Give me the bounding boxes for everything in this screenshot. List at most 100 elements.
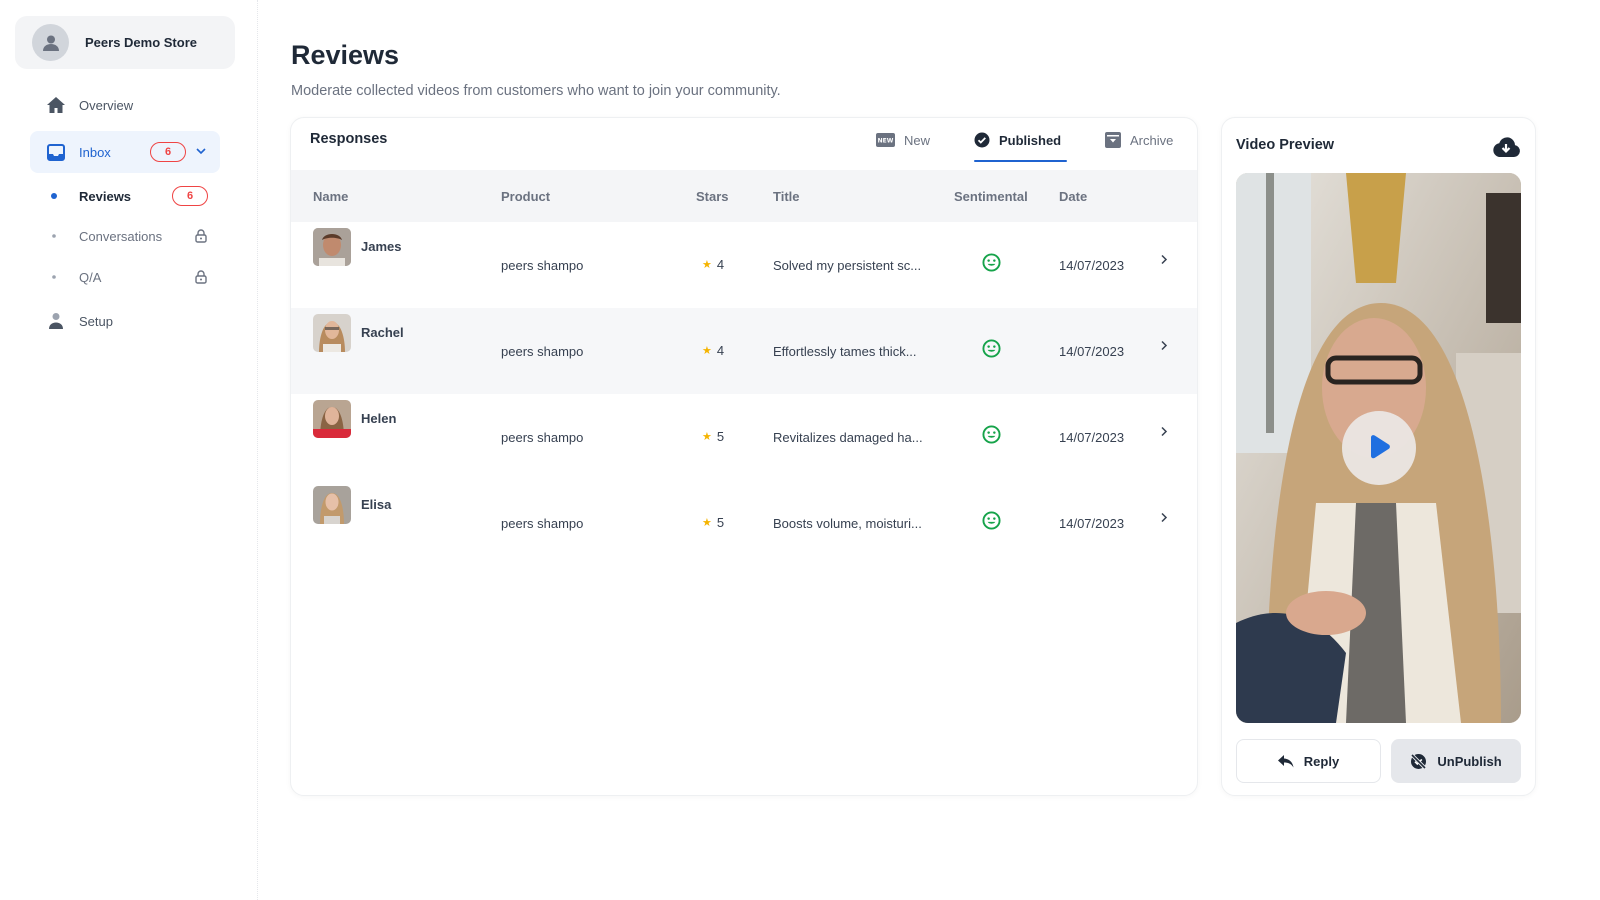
star-value: 5 <box>716 515 725 530</box>
star-value: 5 <box>716 429 725 444</box>
store-name: Peers Demo Store <box>85 35 197 50</box>
nav-conversations-label: Conversations <box>79 228 163 244</box>
reviewer-name: James <box>361 239 402 254</box>
reply-label: Reply <box>1303 753 1340 769</box>
video-preview-card: Video Preview Reply UnPublish <box>1221 117 1536 796</box>
lock-icon <box>195 229 207 243</box>
nav-qa[interactable]: Q/A <box>30 262 220 292</box>
play-icon <box>1371 435 1390 459</box>
nav-overview[interactable]: Overview <box>30 84 220 126</box>
review-date: 14/07/2023 <box>1059 258 1125 273</box>
table-row[interactable]: James peers shampo ★ 4 Solved my persiste… <box>291 222 1197 308</box>
check-circle-icon <box>974 132 990 148</box>
sidebar: Peers Demo Store Overview Inbox 6 Review… <box>0 0 258 900</box>
user-icon <box>42 35 59 51</box>
reviewer-thumbnail <box>313 400 351 438</box>
col-title[interactable]: Title <box>773 170 800 222</box>
nav-inbox-label: Inbox <box>79 144 111 160</box>
star-rating: ★ 5 <box>702 429 724 444</box>
inbox-icon <box>44 143 68 161</box>
smiley-positive-icon <box>982 511 1001 533</box>
table-row[interactable]: Elisa peers shampo ★ 5 Boosts volume, moi… <box>291 480 1197 566</box>
col-date[interactable]: Date <box>1059 170 1087 222</box>
unpublish-button[interactable]: UnPublish <box>1391 739 1521 783</box>
responses-title: Responses <box>310 131 388 147</box>
nav-overview-label: Overview <box>79 97 134 113</box>
review-title: Effortlessly tames thick... <box>773 344 917 359</box>
responses-card: Responses NEW New Published Archive Name… <box>290 117 1198 796</box>
product-name: peers shampo <box>501 430 584 445</box>
cloud-download-icon[interactable] <box>1491 136 1521 163</box>
table-body: James peers shampo ★ 4 Solved my persiste… <box>291 222 1197 566</box>
chevron-right-icon[interactable] <box>1160 510 1168 526</box>
nav-inbox[interactable]: Inbox 6 <box>30 131 220 173</box>
table-row[interactable]: Rachel peers shampo ★ 4 Effortlessly tame… <box>291 308 1197 394</box>
star-rating: ★ 5 <box>702 515 724 530</box>
star-value: 4 <box>716 257 725 272</box>
star-icon: ★ <box>702 431 712 443</box>
reviews-count-badge: 6 <box>172 186 208 206</box>
review-date: 14/07/2023 <box>1059 430 1125 445</box>
archive-icon <box>1105 132 1121 148</box>
star-icon: ★ <box>702 345 712 357</box>
tab-published[interactable]: Published <box>974 118 1067 162</box>
chevron-right-icon[interactable] <box>1160 424 1168 440</box>
bullet-dot <box>52 234 56 238</box>
review-date: 14/07/2023 <box>1059 516 1125 531</box>
active-dot <box>51 193 57 199</box>
home-icon <box>44 96 68 114</box>
col-stars[interactable]: Stars <box>696 170 729 222</box>
chevron-right-icon[interactable] <box>1160 252 1168 268</box>
video-preview-title: Video Preview <box>1236 137 1335 153</box>
tab-new[interactable]: NEW New <box>876 118 930 162</box>
new-badge-icon: NEW <box>876 133 895 147</box>
nav-setup[interactable]: Setup <box>30 300 220 342</box>
chevron-right-icon[interactable] <box>1160 338 1168 354</box>
store-switcher[interactable]: Peers Demo Store <box>15 16 235 69</box>
product-name: peers shampo <box>501 258 584 273</box>
nav-qa-label: Q/A <box>79 269 102 285</box>
page-subtitle: Moderate collected videos from customers… <box>291 83 781 99</box>
product-name: peers shampo <box>501 516 584 531</box>
tab-archive[interactable]: Archive <box>1105 118 1173 162</box>
svg-text:NEW: NEW <box>878 138 894 145</box>
review-date: 14/07/2023 <box>1059 344 1125 359</box>
col-name[interactable]: Name <box>313 170 348 222</box>
reviewer-thumbnail <box>313 486 351 524</box>
store-avatar <box>32 24 69 61</box>
tab-archive-label: Archive <box>1130 132 1174 148</box>
col-sentimental[interactable]: Sentimental <box>954 170 1028 222</box>
play-button[interactable] <box>1342 411 1416 485</box>
star-rating: ★ 4 <box>702 343 724 358</box>
unpublish-label: UnPublish <box>1437 753 1502 769</box>
star-value: 4 <box>716 343 725 358</box>
star-rating: ★ 4 <box>702 257 724 272</box>
reviewer-name: Helen <box>361 411 397 426</box>
inbox-count-badge: 6 <box>150 142 186 162</box>
page-title: Reviews <box>291 40 400 70</box>
nav-setup-label: Setup <box>79 313 113 329</box>
tab-published-label: Published <box>999 132 1062 148</box>
responses-header: Responses NEW New Published Archive <box>291 118 1197 170</box>
reviewer-name: Rachel <box>361 325 404 340</box>
col-product[interactable]: Product <box>501 170 550 222</box>
smiley-positive-icon <box>982 253 1001 275</box>
star-icon: ★ <box>702 259 712 271</box>
video-player[interactable] <box>1236 173 1521 723</box>
reply-button[interactable]: Reply <box>1236 739 1381 783</box>
reviewer-thumbnail <box>313 228 351 266</box>
reply-icon <box>1277 754 1294 768</box>
nav-reviews-label: Reviews <box>79 188 132 204</box>
review-title: Revitalizes damaged ha... <box>773 430 923 445</box>
reviewer-name: Elisa <box>361 497 392 512</box>
tab-new-label: New <box>904 132 931 148</box>
chevron-down-icon[interactable] <box>196 146 206 158</box>
nav-reviews[interactable]: Reviews 6 <box>30 181 220 211</box>
user-icon <box>44 312 68 330</box>
table-row[interactable]: Helen peers shampo ★ 5 Revitalizes damage… <box>291 394 1197 480</box>
star-icon: ★ <box>702 517 712 529</box>
unpublish-icon <box>1410 753 1427 770</box>
product-name: peers shampo <box>501 344 584 359</box>
nav-conversations[interactable]: Conversations <box>30 221 220 251</box>
review-title: Boosts volume, moisturi... <box>773 516 922 531</box>
